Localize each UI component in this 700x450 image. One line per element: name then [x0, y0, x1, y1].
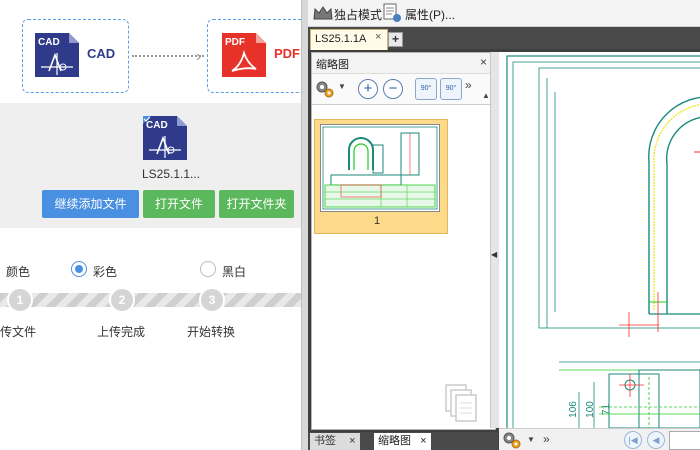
- first-page-icon[interactable]: |◀: [624, 431, 642, 449]
- conversion-progress-bar: [0, 293, 301, 307]
- page-number-input[interactable]: [669, 431, 700, 450]
- svg-text:PDF: PDF: [225, 37, 245, 48]
- pane-splitter-scroll[interactable]: ◀: [490, 52, 499, 428]
- zoom-in-button[interactable]: +: [358, 79, 378, 99]
- step-2-circle: 2: [109, 287, 135, 313]
- step-3-circle: 3: [199, 287, 225, 313]
- document-page-view[interactable]: 106 100 71: [499, 52, 700, 428]
- pdf-viewer: 独占模式 属性(P)... LS25.1.1A × + 缩略图 × ▼ + − …: [308, 0, 700, 450]
- step-3-label: 开始转换: [187, 325, 236, 339]
- status-more-icon[interactable]: »: [543, 432, 550, 446]
- cad-file-icon: CAD: [35, 33, 79, 77]
- color-radio[interactable]: [71, 261, 87, 277]
- document-tab-label: LS25.1.1A: [315, 33, 367, 45]
- open-folder-button[interactable]: 打开文件夹: [219, 190, 294, 218]
- source-format-label: CAD: [87, 46, 116, 61]
- converted-cad-file-icon[interactable]: CAD: [141, 114, 189, 162]
- bookmarks-tab[interactable]: 书签 ×: [310, 433, 360, 450]
- add-tab-icon[interactable]: +: [388, 32, 403, 47]
- dimension-label-100: 100: [584, 401, 596, 418]
- gear-dropdown-icon[interactable]: ▼: [338, 82, 346, 91]
- bookmarks-tab-label: 书签: [314, 435, 336, 447]
- thumbnail-pane: 缩略图 × ▼ + − 90° 90° » ▲ 1: [311, 52, 496, 430]
- black-white-option-label: 黑白: [222, 265, 247, 279]
- thumbnails-tab[interactable]: 缩略图 ×: [374, 433, 431, 450]
- viewer-status-bar: ▼ » |◀ ◀: [499, 428, 700, 450]
- step-1-label: 传文件: [0, 325, 37, 339]
- drawing-thumbnail: [322, 126, 438, 210]
- file-card-area: CAD LS25.1.1... 继续添加文件 打开文件 打开文件夹: [0, 103, 301, 228]
- pdf-file-icon: PDF: [222, 33, 266, 77]
- zoom-out-button[interactable]: −: [383, 79, 403, 99]
- open-file-button[interactable]: 打开文件: [143, 190, 215, 218]
- dimension-label-71: 71: [601, 403, 613, 416]
- more-tools-icon[interactable]: »: [465, 78, 472, 92]
- close-bookmarks-icon[interactable]: ×: [349, 435, 355, 447]
- thumbnail-toolbar: ▼ + − 90° 90° » ▲: [312, 74, 495, 105]
- page-thumbnail[interactable]: [320, 124, 440, 212]
- converter-panel: CAD CAD › PDF PDF CAD LS25.1.1... 继续添加文件…: [0, 0, 301, 450]
- thumbnail-pane-title: 缩略图: [316, 59, 349, 71]
- previous-page-icon[interactable]: ◀: [647, 431, 665, 449]
- svg-text:CAD: CAD: [146, 120, 168, 131]
- close-thumbnails-icon[interactable]: ×: [420, 435, 426, 447]
- status-dropdown-icon[interactable]: ▼: [527, 435, 535, 444]
- document-tab[interactable]: LS25.1.1A ×: [310, 29, 388, 50]
- target-format-label: PDF: [274, 46, 300, 61]
- target-format-box: PDF PDF: [207, 19, 301, 93]
- viewer-toolbar: 独占模式 属性(P)...: [308, 0, 700, 27]
- color-option-label: 彩色: [93, 265, 118, 279]
- thumbnail-pane-header: 缩略图 ×: [312, 53, 495, 74]
- status-gear-icon[interactable]: [501, 430, 523, 450]
- gear-icon[interactable]: [314, 79, 336, 99]
- black-white-radio[interactable]: [200, 261, 216, 277]
- collapse-icon[interactable]: ▲: [482, 91, 490, 100]
- dimension-label-106: 106: [567, 401, 579, 418]
- exclusive-mode-button[interactable]: 独占模式: [334, 6, 382, 23]
- splitter-handle-icon[interactable]: ◀: [491, 250, 497, 259]
- arrow-head-icon: ›: [196, 48, 202, 65]
- step-1-circle: 1: [7, 287, 33, 313]
- thumbnails-tab-label: 缩略图: [378, 435, 411, 447]
- rotate-left-button[interactable]: 90°: [415, 78, 437, 100]
- color-label: 颜色: [6, 265, 31, 279]
- rotate-right-button[interactable]: 90°: [440, 78, 462, 100]
- document-tab-strip: LS25.1.1A × +: [308, 27, 700, 50]
- file-name: LS25.1.1...: [142, 167, 201, 181]
- step-2-label: 上传完成: [97, 325, 146, 339]
- close-pane-icon[interactable]: ×: [480, 55, 487, 69]
- pages-watermark-icon: [445, 384, 477, 422]
- properties-button[interactable]: 属性(P)...: [405, 6, 455, 23]
- pane-bottom-tabs: 书签 × 缩略图 ×: [308, 432, 498, 450]
- crown-icon[interactable]: [313, 5, 333, 21]
- cad-drawing: [506, 55, 700, 428]
- svg-text:CAD: CAD: [38, 37, 60, 48]
- close-tab-icon[interactable]: ×: [375, 31, 381, 43]
- properties-icon[interactable]: [382, 3, 402, 23]
- source-format-box: CAD CAD: [22, 19, 129, 93]
- thumbnail-page-number: 1: [374, 215, 381, 227]
- add-more-files-button[interactable]: 继续添加文件: [42, 190, 139, 218]
- convert-arrow: [132, 55, 204, 59]
